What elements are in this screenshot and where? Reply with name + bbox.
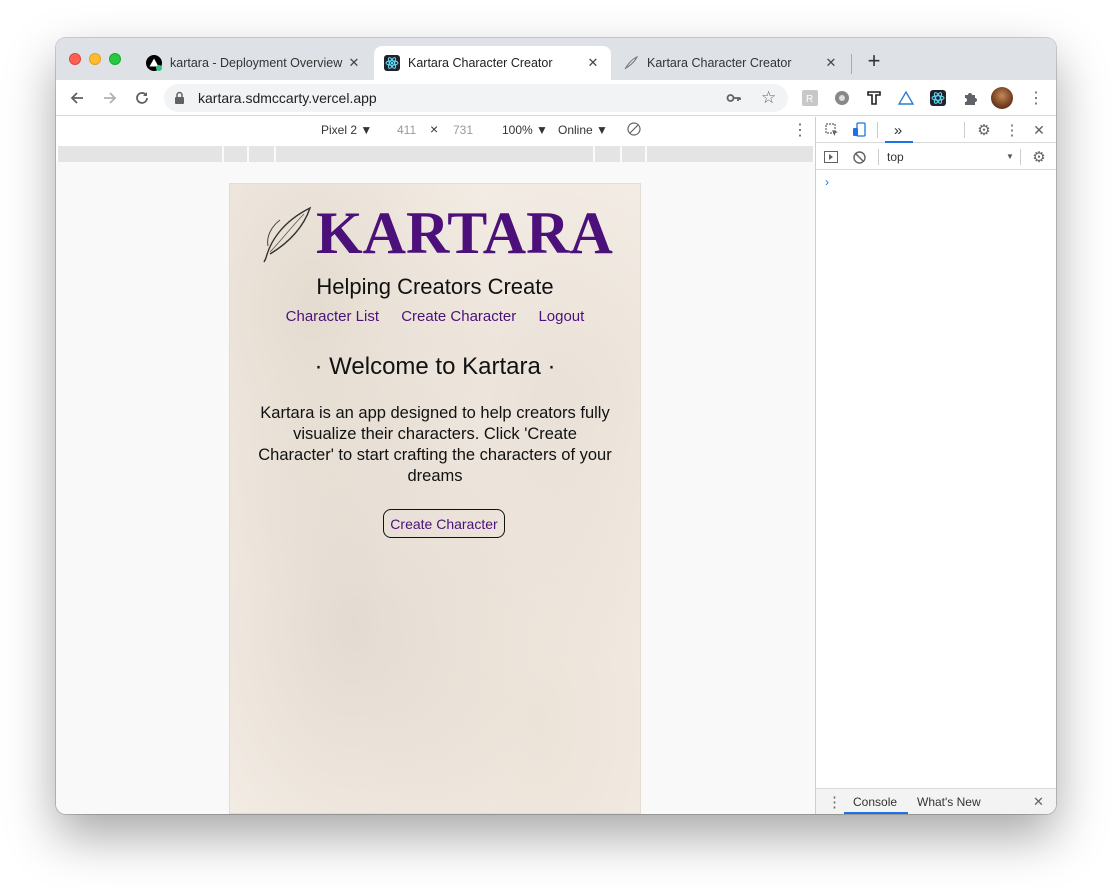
new-tab-button[interactable]: +: [862, 50, 886, 74]
device-toggle-icon[interactable]: [850, 121, 868, 139]
tagline: Helping Creators Create: [316, 274, 554, 299]
zoom-select[interactable]: 100% ▼: [502, 123, 548, 137]
close-drawer-icon[interactable]: ✕: [1033, 794, 1044, 810]
extension-axe-icon[interactable]: [897, 89, 915, 107]
react-devtools-icon[interactable]: [929, 89, 947, 107]
active-tab-indicator: [844, 812, 908, 814]
nav-create-character[interactable]: Create Character: [401, 308, 516, 325]
create-character-button[interactable]: Create Character: [383, 509, 505, 538]
context-select[interactable]: top: [887, 150, 904, 164]
url-text: kartara.sdmccarty.vercel.app: [198, 90, 377, 106]
reload-icon[interactable]: [131, 87, 153, 109]
back-arrow-icon[interactable]: [66, 87, 88, 109]
maximize-window-button[interactable]: [109, 53, 121, 65]
extensions-puzzle-icon[interactable]: [961, 89, 979, 107]
inspect-element-icon[interactable]: [823, 121, 841, 139]
nav-logout[interactable]: Logout: [538, 308, 584, 325]
vercel-icon: [146, 55, 162, 71]
forward-arrow-icon[interactable]: [99, 87, 121, 109]
rotate-icon[interactable]: [627, 122, 641, 139]
clear-console-icon[interactable]: [850, 148, 868, 166]
bookmark-star-icon[interactable]: ☆: [761, 88, 776, 108]
viewport-width[interactable]: 411: [397, 123, 416, 137]
tab-kartara-active[interactable]: Kartara Character Creator ✕: [374, 46, 611, 80]
close-window-button[interactable]: [69, 53, 81, 65]
tab-console[interactable]: Console: [853, 795, 897, 809]
address-bar[interactable]: kartara.sdmccarty.vercel.app ☆: [164, 84, 788, 112]
settings-gear-icon[interactable]: ⚙: [975, 121, 993, 139]
console-prompt[interactable]: ›: [825, 175, 829, 189]
tab-deployment-overview[interactable]: kartara - Deployment Overview ✕: [136, 46, 372, 80]
devtools-toolbar: » ⚙ ⋮ ✕: [816, 117, 1056, 143]
key-icon[interactable]: [726, 90, 742, 111]
nav-character-list[interactable]: Character List: [286, 308, 379, 325]
console-settings-icon[interactable]: ⚙: [1030, 148, 1048, 166]
sidebar-toggle-icon[interactable]: [822, 148, 840, 166]
extension-t-icon[interactable]: [865, 89, 883, 107]
close-tab-icon[interactable]: ✕: [585, 55, 601, 71]
site-nav: Character List Create Character Logout: [230, 308, 640, 325]
extension-r-icon[interactable]: R: [801, 89, 819, 107]
console-context-bar: top ▼ ⚙: [816, 144, 1056, 170]
welcome-heading: · Welcome to Kartara ·: [314, 353, 556, 380]
device-select[interactable]: Pixel 2 ▼: [321, 123, 372, 137]
extension-gear-icon[interactable]: [833, 89, 851, 107]
devtools-drawer-bar: ⋮ Console What's New ✕: [816, 788, 1056, 814]
device-toolbar: Pixel 2 ▼ 411 × 731 100% ▼ Online ▼ ⋮: [56, 117, 815, 143]
browser-window: kartara - Deployment Overview ✕ Kartara …: [56, 38, 1056, 814]
network-select[interactable]: Online ▼: [558, 123, 608, 137]
svg-text:R: R: [806, 94, 813, 105]
viewport-height[interactable]: 731: [453, 123, 473, 137]
drawer-menu-icon[interactable]: ⋮: [827, 793, 842, 811]
dimension-separator: ×: [430, 121, 439, 137]
media-query-ruler: [58, 146, 813, 162]
tab-separator: [851, 54, 852, 74]
close-devtools-icon[interactable]: ✕: [1030, 121, 1048, 139]
devtools-menu-icon[interactable]: ⋮: [1003, 121, 1021, 139]
tab-title: Kartara Character Creator: [408, 56, 553, 70]
tab-strip: kartara - Deployment Overview ✕ Kartara …: [56, 38, 1056, 80]
quill-icon: [623, 55, 639, 71]
tab-kartara[interactable]: Kartara Character Creator ✕: [613, 46, 849, 80]
lock-icon: [174, 91, 185, 110]
kartara-page: KARTARA Helping Creators Create Characte…: [229, 183, 641, 814]
profile-avatar[interactable]: [991, 87, 1013, 109]
tab-title: Kartara Character Creator: [647, 56, 792, 70]
context-dropdown-arrow-icon[interactable]: ▼: [1006, 152, 1014, 161]
minimize-window-button[interactable]: [89, 53, 101, 65]
brand-wordmark: KARTARA: [316, 200, 613, 266]
kartara-logo[interactable]: KARTARA: [260, 198, 630, 268]
close-tab-icon[interactable]: ✕: [823, 55, 839, 71]
browser-toolbar: kartara.sdmccarty.vercel.app ☆ R ⋮: [56, 80, 1056, 116]
more-panels-icon[interactable]: »: [889, 121, 907, 139]
close-tab-icon[interactable]: ✕: [346, 55, 362, 71]
browser-menu-icon[interactable]: ⋮: [1028, 88, 1044, 108]
device-menu-icon[interactable]: ⋮: [792, 120, 808, 140]
intro-text: Kartara is an app designed to help creat…: [258, 404, 612, 485]
tab-title: kartara - Deployment Overview: [170, 56, 343, 70]
quill-icon: [263, 206, 312, 263]
react-icon: [384, 55, 400, 71]
tab-whats-new[interactable]: What's New: [917, 795, 981, 809]
devtools-panel: » ⚙ ⋮ ✕ top ▼ ⚙ › ⋮ Console What's New ✕: [815, 117, 1056, 814]
